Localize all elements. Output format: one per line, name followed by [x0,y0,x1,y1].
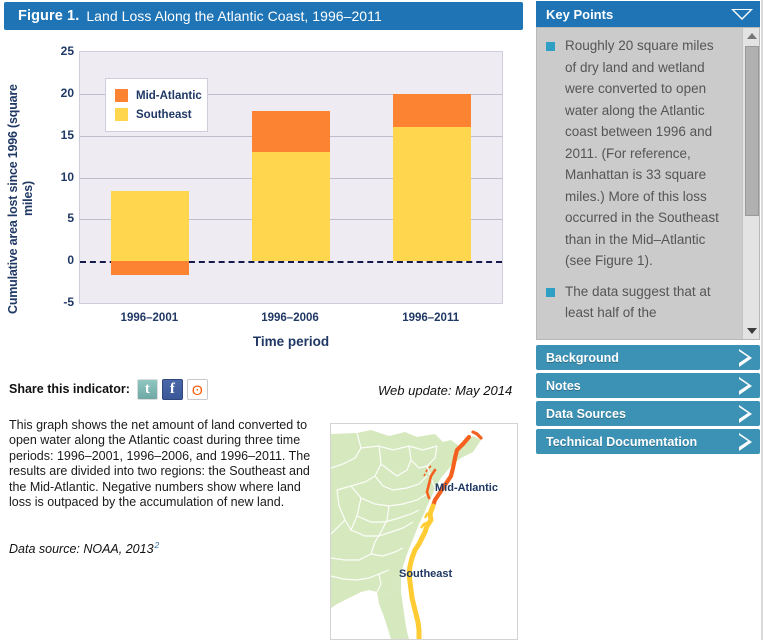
y-tick-label: -5 [46,295,74,309]
y-tick-label: 25 [46,44,74,58]
legend-label-southeast: Southeast [136,109,192,121]
key-points-header[interactable]: Key Points [536,1,760,27]
chevron-right-icon[interactable] [739,349,752,367]
chart-legend: Mid-Atlantic Southeast [105,78,208,132]
map-label-mid-atlantic: Mid-Atlantic [435,482,498,494]
legend-item-mid-atlantic: Mid-Atlantic [115,86,199,105]
figure-description: This graph shows the net amount of land … [9,418,321,510]
facebook-icon[interactable]: f [162,379,183,400]
share-row: Share this indicator: t f ʘ [9,378,212,400]
scrollbar-thumb[interactable] [745,46,759,216]
x-tick-label: 1996–2001 [121,312,179,324]
data-source-text: Data source: NOAA, 2013 [9,542,154,556]
y-axis-ticks: 2520151050-5 [42,51,74,304]
accordion-label: Technical Documentation [546,435,697,449]
map-graphic [331,424,517,639]
bar-chart: Cumulative area lost since 1996 (square … [0,36,528,366]
legend-item-southeast: Southeast [115,105,199,124]
key-point-item: Roughly 20 square miles of dry land and … [545,35,727,272]
data-source: Data source: NOAA, 20132 [9,540,159,556]
figure-title-bar: Figure 1. Land Loss Along the Atlantic C… [4,2,523,30]
share-label: Share this indicator: [9,382,130,396]
y-tick-label: 0 [46,253,74,267]
accordion-label: Data Sources [546,407,626,421]
bar-segment-mid-atlantic [393,94,471,127]
bar-segment-mid-atlantic [111,261,189,275]
accordion-technical-documentation[interactable]: Technical Documentation [536,429,760,454]
accordion-notes[interactable]: Notes [536,373,760,398]
figure-column: Figure 1. Land Loss Along the Atlantic C… [0,0,528,640]
bar-group [252,52,330,303]
figure-number: Figure 1. [18,8,79,24]
scroll-up-button[interactable] [743,28,760,44]
accordion-data-sources[interactable]: Data Sources [536,401,760,426]
chevron-right-icon[interactable] [739,377,752,395]
accordion-label: Notes [546,379,581,393]
y-tick-label: 5 [46,211,74,225]
bar-segment-southeast [393,127,471,261]
bar-group [393,52,471,303]
legend-swatch-mid-atlantic [115,89,128,102]
bar-segment-mid-atlantic [252,111,330,153]
map-label-southeast: Southeast [399,568,452,580]
accordion-label: Background [546,351,619,365]
twitter-icon[interactable]: t [137,379,158,400]
accordion-background[interactable]: Background [536,345,760,370]
y-tick-label: 15 [46,128,74,142]
inset-map: Mid-Atlantic Southeast [330,423,518,640]
key-points-title: Key Points [546,7,613,22]
key-point-item: The data suggest that at least half of t… [545,281,727,324]
x-tick-label: 1996–2011 [402,312,459,324]
key-points-scrollbar[interactable] [742,28,759,339]
y-tick-label: 20 [46,86,74,100]
bar-segment-southeast [252,152,330,261]
key-points-list: Roughly 20 square miles of dry land and … [537,28,733,333]
legend-label-mid-atlantic: Mid-Atlantic [136,90,202,102]
chevron-right-icon[interactable] [739,433,752,451]
x-tick-label: 1996–2006 [261,312,319,324]
legend-swatch-southeast [115,108,128,121]
x-axis-title: Time period [79,334,503,349]
figure-title: Land Loss Along the Atlantic Coast, 1996… [86,8,381,24]
bar-segment-southeast [111,191,189,261]
indicator-page: Figure 1. Land Loss Along the Atlantic C… [0,0,763,640]
reddit-icon[interactable]: ʘ [187,379,208,400]
y-tick-label: 10 [46,170,74,184]
web-update-date: Web update: May 2014 [378,383,512,398]
data-source-footnote: 2 [155,540,160,550]
chevron-down-icon[interactable] [731,9,753,20]
key-points-panel: Roughly 20 square miles of dry land and … [536,27,760,340]
scroll-down-button[interactable] [743,323,760,339]
chevron-right-icon[interactable] [739,405,752,423]
sidebar: Key Points Roughly 20 square miles of dr… [533,0,763,640]
plot-area: Mid-Atlantic Southeast [79,51,503,304]
